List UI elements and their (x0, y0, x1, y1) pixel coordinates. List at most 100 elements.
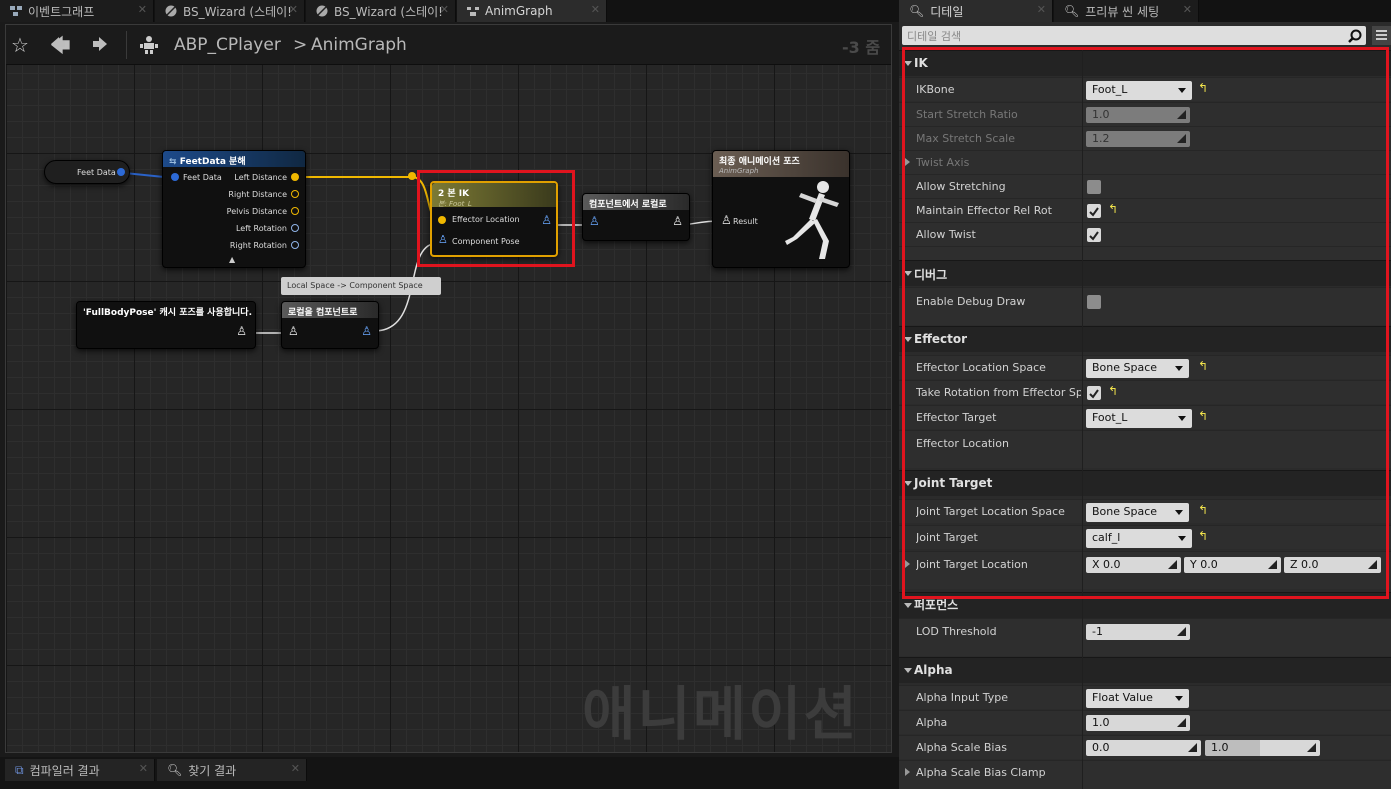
tab-bs-wizard-2[interactable]: BS_Wizard (스테이! ✕ (306, 0, 456, 22)
input-value: -1 (1092, 625, 1103, 638)
close-icon[interactable]: ✕ (1037, 3, 1046, 16)
tab-label: 프리뷰 씬 세팅 (1085, 4, 1160, 19)
node-title: ⇆ FeetData 분해 (163, 151, 305, 167)
node-title-text: 최종 애니메이션 포즈 (719, 157, 800, 167)
pin-label: Left Rotation (235, 224, 287, 233)
search-placeholder: 디테일 검색 (907, 30, 962, 43)
tab-label: 찾기 결과 (188, 763, 237, 778)
alpha-bias-min-input[interactable]: 0.0 (1086, 740, 1201, 756)
output-pin[interactable] (291, 190, 299, 198)
magnifier-icon: 🔍︎ (1064, 4, 1080, 18)
pose-input-icon[interactable]: ♙ (721, 213, 732, 227)
close-icon[interactable]: ✕ (291, 762, 300, 775)
input-value: 1.0 (1092, 716, 1110, 729)
break-feetdata-node[interactable]: ⇆ FeetData 분해 Feet Data Left Distance Ri… (162, 150, 306, 268)
collapse-arrow-icon[interactable] (904, 603, 912, 608)
expand-arrow-icon[interactable] (905, 768, 910, 776)
alpha-bias-max-input[interactable]: 1.0 (1205, 740, 1320, 756)
node-tooltip: Local Space -> Component Space (281, 277, 441, 295)
tab-animgraph[interactable]: AnimGraph ✕ (457, 0, 607, 22)
pin-label: Feet Data (183, 173, 222, 182)
component-to-local-node[interactable]: 컴포넌트에서 로컬로 ♙ ♙ (582, 193, 690, 241)
break-icon: ⇆ (169, 157, 177, 167)
graph-icon (10, 6, 22, 16)
prop-label: Alpha Scale Bias Clamp (916, 766, 1046, 779)
blendspace-icon (316, 5, 328, 17)
collapse-arrow-icon[interactable] (904, 668, 912, 673)
input-value: 1.0 (1211, 741, 1229, 754)
prop-alpha-scale-bias-clamp[interactable]: Alpha Scale Bias Clamp (899, 760, 1391, 789)
tab-label: BS_Wizard (스테이! (183, 4, 292, 19)
use-cached-pose-node[interactable]: 'FullBodyPose' 캐시 포즈를 사용합니다. ♙ (76, 301, 256, 349)
node-title: 최종 애니메이션 포즈 AnimGraph (713, 151, 849, 177)
local-to-component-node[interactable]: 로컬을 컴포넌트로 ♙ ♙ (281, 301, 379, 349)
tab-label: AnimGraph (485, 4, 553, 18)
node-title: 컴포넌트에서 로컬로 (583, 194, 689, 210)
output-pin[interactable] (291, 207, 299, 215)
details-tab-bar: 🔍︎ 디테일 ✕ 🔍︎ 프리뷰 씬 세팅 ✕ (899, 0, 1391, 22)
tab-details[interactable]: 🔍︎ 디테일 ✕ (899, 0, 1053, 22)
view-options-button[interactable] (1372, 26, 1391, 45)
compiler-icon: ⧉ (15, 762, 24, 777)
node-label: Feet Data (77, 168, 116, 177)
node-subtitle: AnimGraph (719, 167, 759, 175)
pose-output-icon[interactable]: ♙ (236, 324, 247, 338)
search-icon: 🔍︎ (167, 763, 183, 777)
category-title: Alpha (914, 663, 953, 677)
feetdata-variable-node[interactable]: Feet Data (44, 160, 130, 184)
search-icon[interactable] (1348, 29, 1362, 43)
close-icon[interactable]: ✕ (1183, 3, 1192, 16)
lod-threshold-input[interactable]: -1 (1086, 624, 1190, 640)
pose-input-icon[interactable]: ♙ (589, 214, 600, 228)
category-alpha[interactable]: Alpha (899, 657, 1391, 683)
close-icon[interactable]: ✕ (440, 3, 449, 16)
output-pin[interactable] (291, 173, 299, 181)
tab-compiler-results[interactable]: ⧉ 컴파일러 결과 ✕ (5, 759, 155, 781)
pose-input-icon[interactable]: ♙ (288, 324, 299, 338)
close-icon[interactable]: ✕ (139, 762, 148, 775)
list-view-icon (1376, 30, 1387, 40)
blendspace-icon (165, 5, 177, 17)
node-title-text: FeetData 분해 (179, 157, 246, 167)
close-icon[interactable]: ✕ (289, 3, 298, 16)
tab-label: 디테일 (930, 4, 964, 19)
expand-arrow-icon[interactable]: ▲ (229, 255, 235, 264)
magnifier-icon: 🔍︎ (909, 4, 925, 18)
pin-label: Result (733, 217, 758, 226)
prop-lod-threshold: LOD Threshold -1 (899, 618, 1391, 656)
prop-label: Alpha Scale Bias (916, 741, 1007, 754)
pin-label: Right Rotation (229, 241, 287, 250)
editor-tab-bar: 이벤트그래프 ✕ BS_Wizard (스테이! ✕ BS_Wizard (스테… (0, 0, 899, 22)
node-title: 'FullBodyPose' 캐시 포즈를 사용합니다. (77, 302, 255, 318)
tab-bs-wizard-1[interactable]: BS_Wizard (스테이! ✕ (155, 0, 305, 22)
alpha-input-type-combo[interactable]: Float Value (1086, 689, 1189, 708)
details-highlight-box (902, 47, 1389, 599)
details-search-input[interactable]: 디테일 검색 (902, 26, 1366, 45)
close-icon[interactable]: ✕ (591, 3, 600, 16)
final-animation-pose-node[interactable]: 최종 애니메이션 포즈 AnimGraph ♙ Result (712, 150, 850, 268)
close-icon[interactable]: ✕ (138, 3, 147, 16)
tab-find-results[interactable]: 🔍︎ 찾기 결과 ✕ (157, 759, 307, 781)
tab-preview-scene[interactable]: 🔍︎ 프리뷰 씬 세팅 ✕ (1054, 0, 1199, 22)
graph-wires (123, 172, 723, 334)
pose-output-icon[interactable]: ♙ (361, 324, 372, 338)
prop-alpha-input-type: Alpha Input Type Float Value (899, 685, 1391, 709)
drag-handle-icon (1188, 743, 1197, 752)
pose-output-icon[interactable]: ♙ (672, 214, 683, 228)
reroute-node (408, 172, 416, 180)
wire-feetdata (123, 172, 165, 178)
graph-watermark: 애니메이션 (582, 680, 859, 748)
tab-event-graph[interactable]: 이벤트그래프 ✕ (0, 0, 154, 22)
output-pin[interactable] (117, 168, 125, 176)
running-mannequin-image (785, 181, 839, 259)
output-pin[interactable] (291, 241, 299, 249)
anim-graph-canvas[interactable]: ☆ 🡄 ABP_CPlayer > AnimGraph -3 줌 Feet Da… (5, 24, 892, 753)
input-pin[interactable] (171, 173, 179, 181)
output-pin[interactable] (291, 224, 299, 232)
alpha-input[interactable]: 1.0 (1086, 715, 1190, 731)
tab-label: BS_Wizard (스테이! (334, 4, 443, 19)
animgraph-icon (467, 7, 479, 16)
highlight-box (417, 170, 575, 267)
prop-label: Alpha Input Type (916, 691, 1009, 704)
bottom-tab-bar: ⧉ 컴파일러 결과 ✕ 🔍︎ 찾기 결과 ✕ (0, 757, 899, 789)
